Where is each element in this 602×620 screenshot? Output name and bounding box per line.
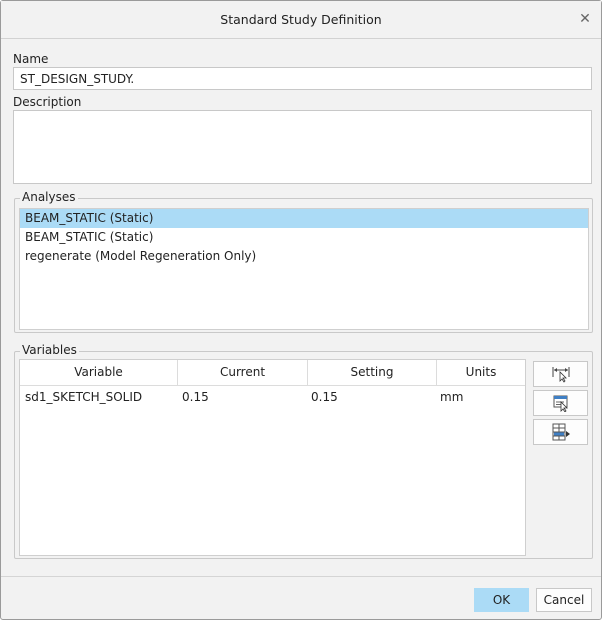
analysis-item[interactable]: regenerate (Model Regeneration Only) [20,247,588,266]
variables-group: Variables Variable Current Setting Units… [14,343,593,559]
add-row-icon [552,423,570,441]
column-header-setting[interactable]: Setting [308,360,437,385]
close-icon[interactable]: ✕ [575,9,595,29]
name-input[interactable] [13,67,592,90]
cell-variable: sd1_SKETCH_SOLID [25,390,143,404]
analysis-item[interactable]: BEAM_STATIC (Static) [20,209,588,228]
select-dimension-button[interactable] [533,361,588,387]
analyses-label: Analyses [20,190,78,204]
column-header-variable[interactable]: Variable [20,360,178,385]
description-label: Description [13,95,82,109]
select-dimension-icon [552,367,570,383]
standard-study-dialog: Standard Study Definition ✕ Name Descrip… [0,0,602,620]
analysis-item[interactable]: BEAM_STATIC (Static) [20,228,588,247]
table-header: Variable Current Setting Units [20,360,525,386]
footer-separator [1,576,601,577]
cell-units: mm [440,390,464,404]
table-row[interactable]: sd1_SKETCH_SOLID 0.15 0.15 mm [20,385,525,410]
dialog-title: Standard Study Definition [220,12,382,27]
title-bar[interactable]: Standard Study Definition ✕ [1,1,601,39]
select-parameter-button[interactable] [533,390,588,416]
description-textarea[interactable] [13,110,592,184]
analyses-group: Analyses BEAM_STATIC (Static) BEAM_STATI… [14,190,593,333]
column-header-current[interactable]: Current [178,360,308,385]
cancel-button[interactable]: Cancel [536,588,592,612]
cell-setting[interactable]: 0.15 [311,385,338,410]
column-header-units[interactable]: Units [437,360,525,385]
variables-table[interactable]: Variable Current Setting Units sd1_SKETC… [19,359,526,556]
analyses-list[interactable]: BEAM_STATIC (Static) BEAM_STATIC (Static… [19,208,589,330]
select-parameter-icon [553,395,568,412]
ok-button[interactable]: OK [474,588,529,612]
cell-current: 0.15 [182,390,209,404]
add-row-button[interactable] [533,419,588,445]
name-label: Name [13,52,49,66]
variables-label: Variables [20,343,79,357]
